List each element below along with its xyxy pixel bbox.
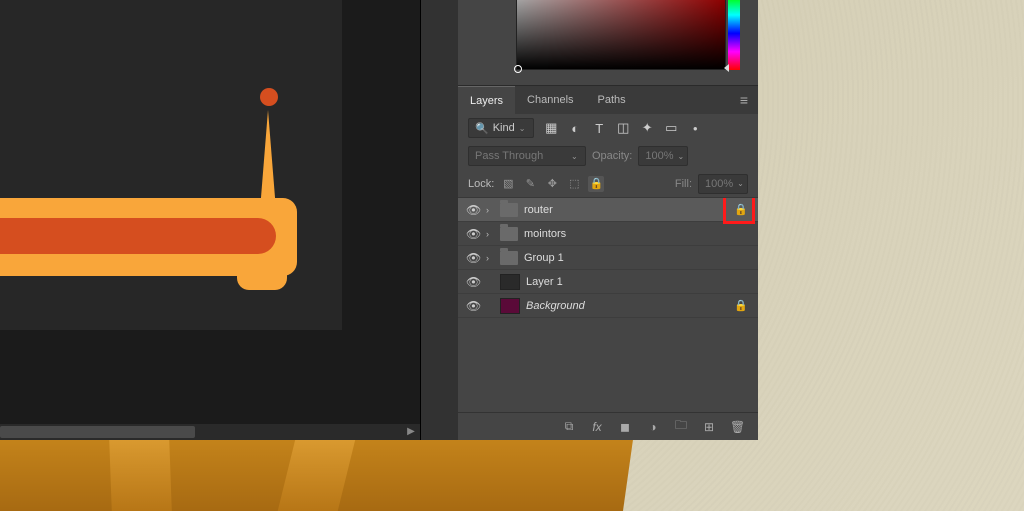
filter-toggle-icon[interactable]: ● [688, 124, 703, 133]
layer-fx-icon[interactable]: fx [590, 420, 604, 434]
layer-thumbnail [500, 298, 520, 314]
artboard[interactable] [0, 0, 342, 330]
fill-label: Fill: [675, 178, 692, 190]
layer-row-background[interactable]: 👁 › Background 🔒 [458, 294, 758, 318]
layer-name[interactable]: router [524, 204, 728, 216]
expand-chevron-icon[interactable]: › [486, 253, 494, 263]
layer-row-monitors[interactable]: 👁 › mointors [458, 222, 758, 246]
chevron-down-icon: ⌄ [678, 152, 685, 161]
delete-layer-icon[interactable]: 🗑 [730, 420, 744, 434]
filter-pixel-icon[interactable]: ▦ [544, 120, 559, 136]
visibility-toggle-icon[interactable]: 👁 [466, 203, 480, 217]
layer-row-layer1[interactable]: 👁 › Layer 1 [458, 270, 758, 294]
lock-icons: ▧ ✎ ✥ ⬚ 🔒 [500, 176, 604, 192]
opacity-label: Opacity: [592, 150, 632, 162]
tab-layers[interactable]: Layers [458, 86, 515, 115]
right-panels: Layers Channels Paths ≡ 🔍 Kind ⌄ ▦ ◐ T ◫… [458, 0, 758, 440]
router-antenna-shape [260, 110, 276, 210]
lock-position-icon[interactable]: ✥ [544, 176, 560, 192]
layer-name[interactable]: Layer 1 [526, 276, 748, 288]
layer-thumbnail [500, 274, 520, 290]
visibility-toggle-icon[interactable]: 👁 [466, 227, 480, 241]
fill-dropdown[interactable]: 100% ⌄ [698, 174, 748, 194]
lock-brush-icon[interactable]: ✎ [522, 176, 538, 192]
folder-icon [500, 227, 518, 241]
blend-mode-dropdown[interactable]: Pass Through ⌄ [468, 146, 586, 166]
canvas-area[interactable]: ▶ [0, 0, 420, 440]
chevron-down-icon: ⌄ [571, 152, 579, 161]
folder-icon [500, 203, 518, 217]
expand-chevron-icon[interactable]: › [486, 229, 494, 239]
visibility-toggle-icon[interactable]: 👁 [466, 299, 480, 313]
layer-name[interactable]: Background [526, 300, 728, 312]
layers-list[interactable]: 👁 › router 🔒 👁 › mointors 👁 › Group 1 [458, 198, 758, 412]
filter-type-icons: ▦ ◐ T ◫ ✦ ▭ ● [544, 120, 703, 136]
new-layer-icon[interactable]: ⊞ [702, 420, 716, 434]
filter-kind-dropdown[interactable]: 🔍 Kind ⌄ [468, 118, 534, 138]
lock-row: Lock: ▧ ✎ ✥ ⬚ 🔒 Fill: 100% ⌄ [458, 170, 758, 198]
new-group-icon[interactable]: 🗀 [674, 416, 688, 437]
panel-menu-icon[interactable]: ≡ [730, 87, 758, 113]
color-sample-dot[interactable] [514, 65, 522, 73]
color-field[interactable] [516, 0, 726, 70]
folder-icon [500, 251, 518, 265]
lock-artboard-icon[interactable]: ⬚ [566, 176, 582, 192]
router-antenna-knob [260, 88, 278, 106]
panel-gutter [420, 0, 458, 440]
scrollbar-arrow-right-icon[interactable]: ▶ [404, 426, 418, 438]
router-foot-shape [237, 268, 287, 290]
blend-mode-row: Pass Through ⌄ Opacity: 100% ⌄ [458, 142, 758, 170]
opacity-value: 100% [645, 150, 673, 162]
opacity-dropdown[interactable]: 100% ⌄ [638, 146, 688, 166]
expand-chevron-icon[interactable]: › [486, 205, 494, 215]
lock-icon[interactable]: 🔒 [734, 203, 748, 216]
scrollbar-thumb[interactable] [0, 426, 195, 438]
layer-row-router[interactable]: 👁 › router 🔒 [458, 198, 758, 222]
filter-smart-icon[interactable]: ✦ [640, 120, 655, 136]
hue-slider[interactable] [728, 0, 740, 70]
lock-icon[interactable]: 🔒 [734, 299, 748, 312]
layer-name[interactable]: mointors [524, 228, 748, 240]
new-adjustment-icon[interactable]: ◑ [646, 420, 660, 434]
color-picker-panel[interactable] [458, 0, 758, 86]
layer-filter-row: 🔍 Kind ⌄ ▦ ◐ T ◫ ✦ ▭ ● [458, 114, 758, 142]
lock-label: Lock: [468, 178, 494, 190]
filter-type-icon[interactable]: T [592, 121, 607, 136]
layer-name[interactable]: Group 1 [524, 252, 748, 264]
tab-paths[interactable]: Paths [586, 86, 638, 114]
lock-all-icon[interactable]: 🔒 [588, 176, 604, 192]
visibility-toggle-icon[interactable]: 👁 [466, 275, 480, 289]
blend-mode-value: Pass Through [475, 150, 543, 162]
router-stripe-shape [0, 218, 276, 254]
chevron-down-icon: ⌄ [519, 124, 527, 133]
tab-channels[interactable]: Channels [515, 86, 585, 114]
layer-row-group1[interactable]: 👁 › Group 1 [458, 246, 758, 270]
chevron-down-icon: ⌄ [737, 179, 744, 188]
link-layers-icon[interactable]: ⧉ [562, 419, 576, 434]
layers-footer: ⧉ fx ◼ ◑ 🗀 ⊞ 🗑 [458, 412, 758, 440]
panel-tabs: Layers Channels Paths ≡ [458, 86, 758, 114]
visibility-toggle-icon[interactable]: 👁 [466, 251, 480, 265]
horizontal-scrollbar[interactable]: ▶ [0, 424, 420, 440]
search-icon: 🔍 [475, 122, 489, 135]
fill-value: 100% [705, 178, 733, 190]
add-mask-icon[interactable]: ◼ [618, 420, 632, 434]
filter-shape-icon[interactable]: ◫ [616, 120, 631, 136]
filter-artboard-icon[interactable]: ▭ [664, 120, 679, 136]
lock-transparent-icon[interactable]: ▧ [500, 176, 516, 192]
filter-adjustment-icon[interactable]: ◐ [568, 121, 583, 136]
filter-kind-label: Kind [493, 122, 515, 134]
photoshop-window: ▶ Layers Channels Paths ≡ 🔍 Kind ⌄ ▦ ◐ T [0, 0, 758, 440]
